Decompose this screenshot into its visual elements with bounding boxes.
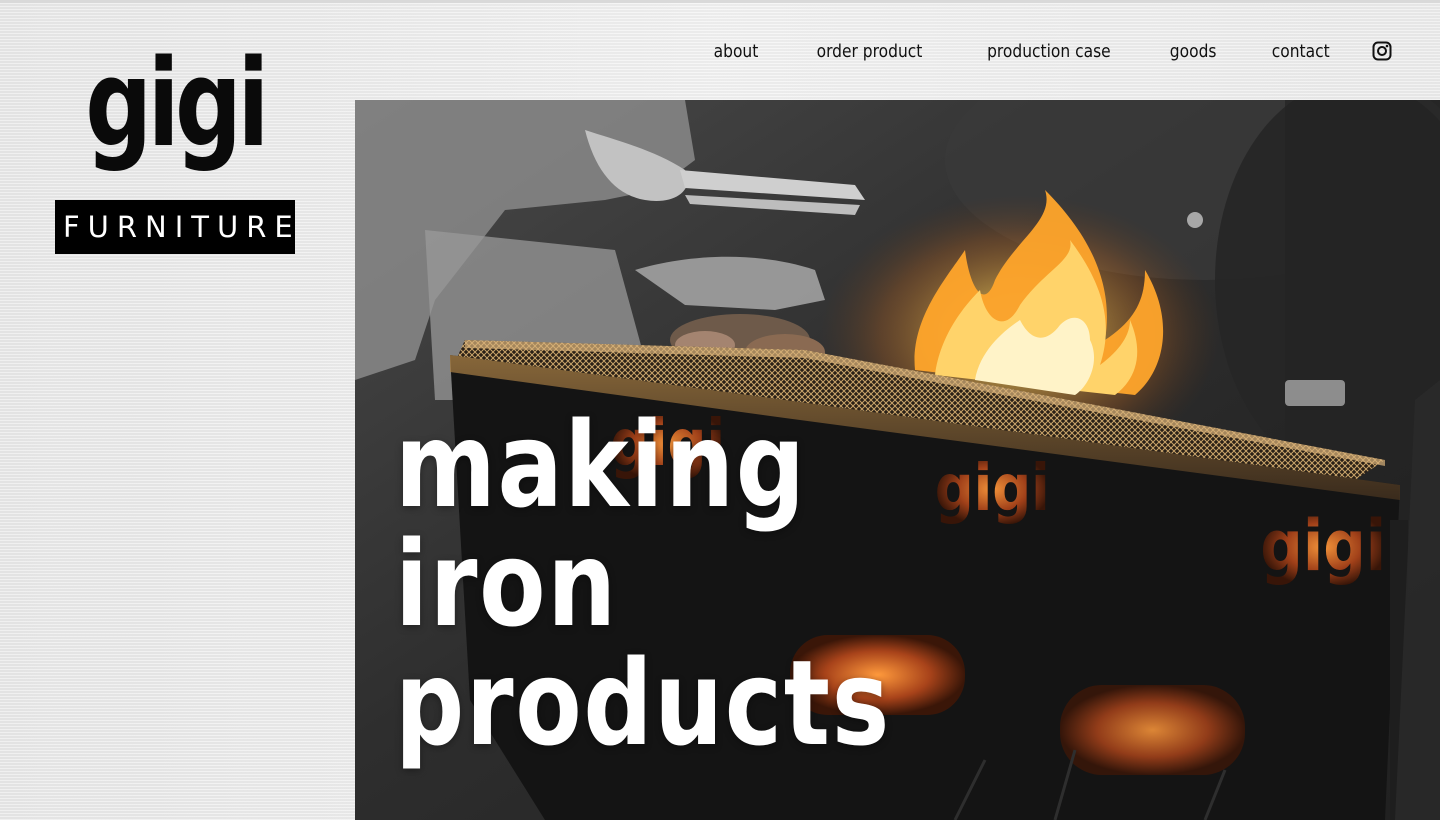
nav-contact[interactable]: contact [1271, 41, 1329, 62]
top-border [0, 0, 1440, 3]
main-nav: about order product production case good… [710, 36, 1392, 66]
logo-wordmark: gigi [85, 35, 269, 174]
headline-line: iron [395, 515, 618, 653]
nav-goods[interactable]: goods [1170, 41, 1217, 62]
svg-text:gigi: gigi [1260, 506, 1386, 587]
site-logo[interactable]: gigi FURNITURE [55, 30, 295, 256]
hero-headline: making iron products [395, 406, 891, 763]
hero-section: gigi gigi gigi making iron products [355, 100, 1440, 820]
nav-about[interactable]: about [713, 41, 758, 62]
svg-text:gigi: gigi [935, 452, 1050, 526]
nav-order-product[interactable]: order product [816, 41, 922, 62]
logo-badge: FURNITURE [55, 200, 295, 254]
instagram-icon[interactable] [1372, 41, 1392, 61]
headline-line: making [395, 396, 807, 534]
nav-production-case[interactable]: production case [987, 41, 1111, 62]
headline-line: products [395, 634, 891, 772]
